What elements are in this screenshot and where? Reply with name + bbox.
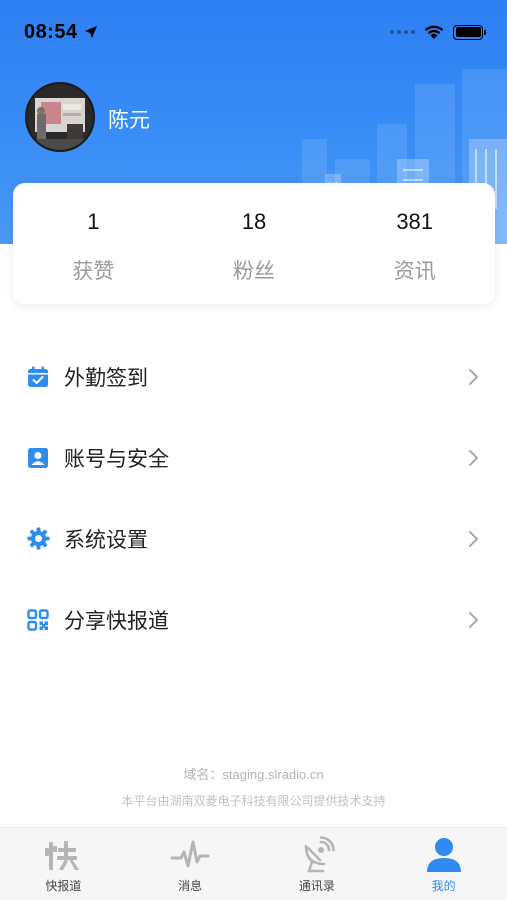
- chevron-right-icon: [469, 449, 478, 466]
- settings-menu: 外勤签到 账号与安全 系统设置 分享快报道: [0, 336, 507, 660]
- tech-support-text: 本平台由湖南双菱电子科技有限公司提供技术支持: [121, 794, 386, 808]
- tab-bar: 快报道 消息 通讯录 我的: [0, 827, 507, 900]
- kuai-logo-icon: [45, 841, 80, 870]
- menu-item-field-check-in[interactable]: 外勤签到: [0, 336, 507, 417]
- tab-label: 我的: [431, 879, 456, 893]
- status-bar: 08:54: [0, 0, 507, 64]
- menu-label: 系统设置: [64, 528, 148, 552]
- battery-icon: [453, 24, 486, 40]
- stat-label: 获赞: [72, 260, 115, 283]
- tab-label: 通讯录: [298, 879, 335, 893]
- stat-value: 381: [396, 209, 434, 234]
- calendar-check-icon: [26, 365, 50, 389]
- signal-icon: [390, 30, 415, 34]
- menu-item-share-app[interactable]: 分享快报道: [0, 579, 507, 660]
- stat-value: 18: [241, 209, 267, 234]
- status-time: 08:54: [24, 20, 78, 43]
- stat-value: 1: [87, 209, 100, 234]
- user-icon: [426, 838, 461, 872]
- tab-mine[interactable]: 我的: [380, 828, 507, 900]
- gear-icon: [26, 527, 50, 551]
- stat-likes[interactable]: 1 获赞: [13, 183, 174, 304]
- tab-messages[interactable]: 消息: [127, 828, 254, 900]
- chevron-right-icon: [469, 368, 478, 385]
- tab-label: 消息: [178, 879, 203, 893]
- stat-label: 资讯: [393, 260, 436, 283]
- tab-contacts[interactable]: 通讯录: [254, 828, 381, 900]
- pulse-icon: [170, 840, 210, 868]
- chevron-right-icon: [469, 611, 478, 628]
- domain-text: 域名：staging.slradio.cn: [183, 767, 324, 782]
- avatar[interactable]: [25, 82, 95, 152]
- location-arrow-icon: [84, 26, 97, 38]
- menu-item-account-security[interactable]: 账号与安全: [0, 417, 507, 498]
- stat-news[interactable]: 381 资讯: [334, 183, 495, 304]
- wifi-icon: [424, 25, 444, 39]
- stat-label: 粉丝: [233, 260, 275, 283]
- qr-code-icon: [26, 608, 50, 632]
- menu-label: 账号与安全: [64, 447, 169, 471]
- tab-kuaibaodao[interactable]: 快报道: [0, 828, 127, 900]
- chevron-right-icon: [469, 530, 478, 547]
- username: 陈元: [108, 109, 150, 132]
- menu-label: 外勤签到: [64, 366, 148, 390]
- contact-card-icon: [26, 446, 50, 470]
- menu-label: 分享快报道: [64, 609, 169, 633]
- menu-item-system-settings[interactable]: 系统设置: [0, 498, 507, 579]
- tab-label: 快报道: [45, 879, 82, 893]
- stats-card: 1 获赞 18 粉丝 381 资讯: [13, 183, 495, 304]
- stat-followers[interactable]: 18 粉丝: [174, 183, 335, 304]
- satellite-dish-icon: [304, 836, 335, 873]
